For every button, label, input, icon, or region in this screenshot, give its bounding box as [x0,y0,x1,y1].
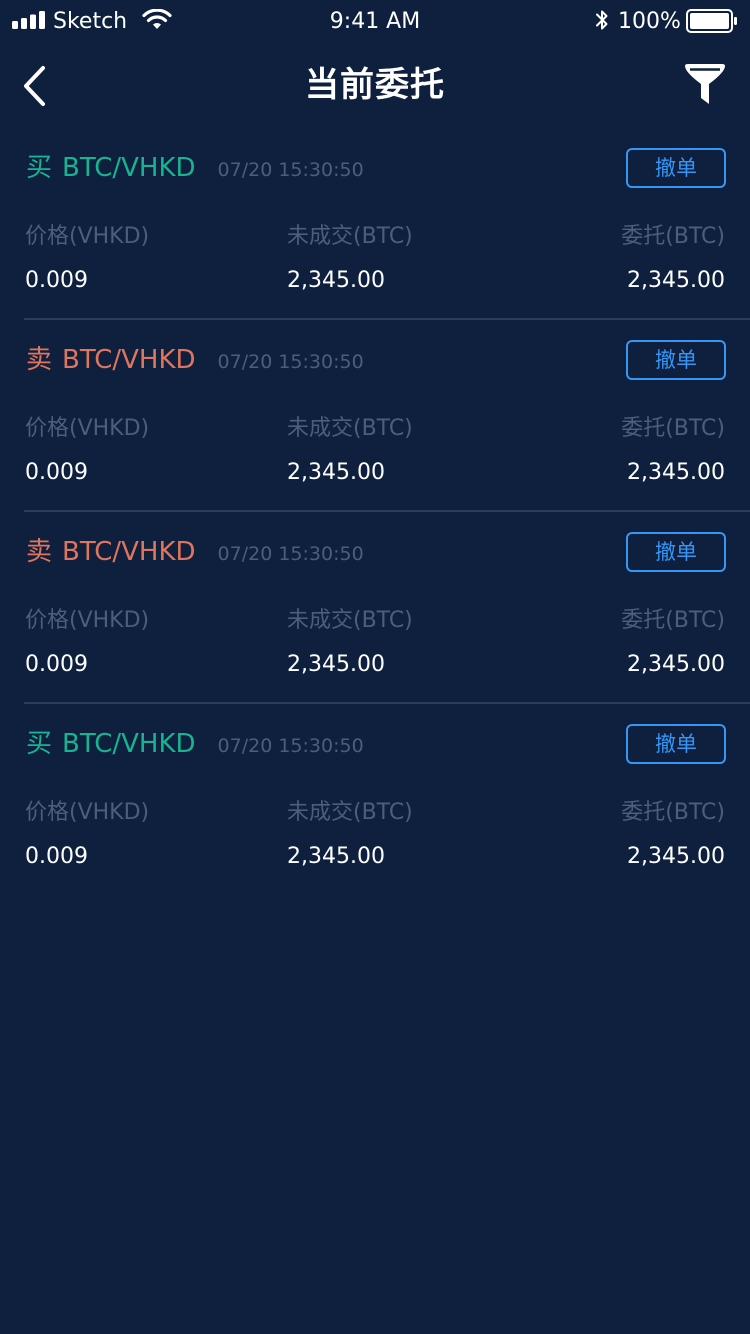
price-label: 价格(VHKD) [25,416,150,441]
entrusted-label: 委托(BTC) [621,416,725,441]
unfilled-value: 2,345.00 [287,460,385,485]
cancel-order-button[interactable]: 撤单 [626,532,726,572]
order-header: 卖 BTC/VHKD 07/20 15:30:50 [26,342,364,378]
order-side: 买 [26,153,53,183]
unfilled-label: 未成交(BTC) [287,608,413,633]
nav-bar: 当前委托 [0,44,750,128]
order-header: 买 BTC/VHKD 07/20 15:30:50 [26,726,364,762]
unfilled-label: 未成交(BTC) [287,224,413,249]
unfilled-value: 2,345.00 [287,268,385,293]
filter-button[interactable] [682,62,728,108]
price-value: 0.009 [25,268,88,293]
order-item: 买 BTC/VHKD 07/20 15:30:50 撤单 价格(VHKD) 未成… [0,704,750,896]
order-time: 07/20 15:30:50 [217,735,364,757]
order-time: 07/20 15:30:50 [217,351,364,373]
status-bar: Sketch 9:41 AM 100% [0,0,750,44]
price-label: 价格(VHKD) [25,800,150,825]
order-side: 卖 [26,537,53,567]
order-time: 07/20 15:30:50 [217,159,364,181]
unfilled-value: 2,345.00 [287,652,385,677]
entrusted-label: 委托(BTC) [621,608,725,633]
cancel-order-button[interactable]: 撤单 [626,340,726,380]
unfilled-value: 2,345.00 [287,844,385,869]
page-title: 当前委托 [305,65,445,105]
battery-percentage: 100% [618,9,681,34]
unfilled-label: 未成交(BTC) [287,416,413,441]
price-label: 价格(VHKD) [25,608,150,633]
cancel-order-button[interactable]: 撤单 [626,148,726,188]
trading-pair: BTC/VHKD [62,537,196,567]
unfilled-label: 未成交(BTC) [287,800,413,825]
order-list: 买 BTC/VHKD 07/20 15:30:50 撤单 价格(VHKD) 未成… [0,128,750,896]
order-side: 买 [26,729,53,759]
entrusted-value: 2,345.00 [627,652,725,677]
order-item: 卖 BTC/VHKD 07/20 15:30:50 撤单 价格(VHKD) 未成… [0,320,750,512]
entrusted-value: 2,345.00 [627,268,725,293]
filter-funnel-icon [685,64,725,104]
trading-pair: BTC/VHKD [62,729,196,759]
trading-pair: BTC/VHKD [62,345,196,375]
entrusted-value: 2,345.00 [627,844,725,869]
order-header: 卖 BTC/VHKD 07/20 15:30:50 [26,534,364,570]
price-value: 0.009 [25,844,88,869]
trading-pair: BTC/VHKD [62,153,196,183]
order-side: 卖 [26,345,53,375]
order-item: 卖 BTC/VHKD 07/20 15:30:50 撤单 价格(VHKD) 未成… [0,512,750,704]
order-header: 买 BTC/VHKD 07/20 15:30:50 [26,150,364,186]
entrusted-label: 委托(BTC) [621,800,725,825]
bluetooth-icon [596,10,608,30]
price-label: 价格(VHKD) [25,224,150,249]
price-value: 0.009 [25,460,88,485]
order-item: 买 BTC/VHKD 07/20 15:30:50 撤单 价格(VHKD) 未成… [0,128,750,320]
cancel-order-button[interactable]: 撤单 [626,724,726,764]
price-value: 0.009 [25,652,88,677]
order-time: 07/20 15:30:50 [217,543,364,565]
entrusted-label: 委托(BTC) [621,224,725,249]
entrusted-value: 2,345.00 [627,460,725,485]
battery-icon [686,9,737,33]
